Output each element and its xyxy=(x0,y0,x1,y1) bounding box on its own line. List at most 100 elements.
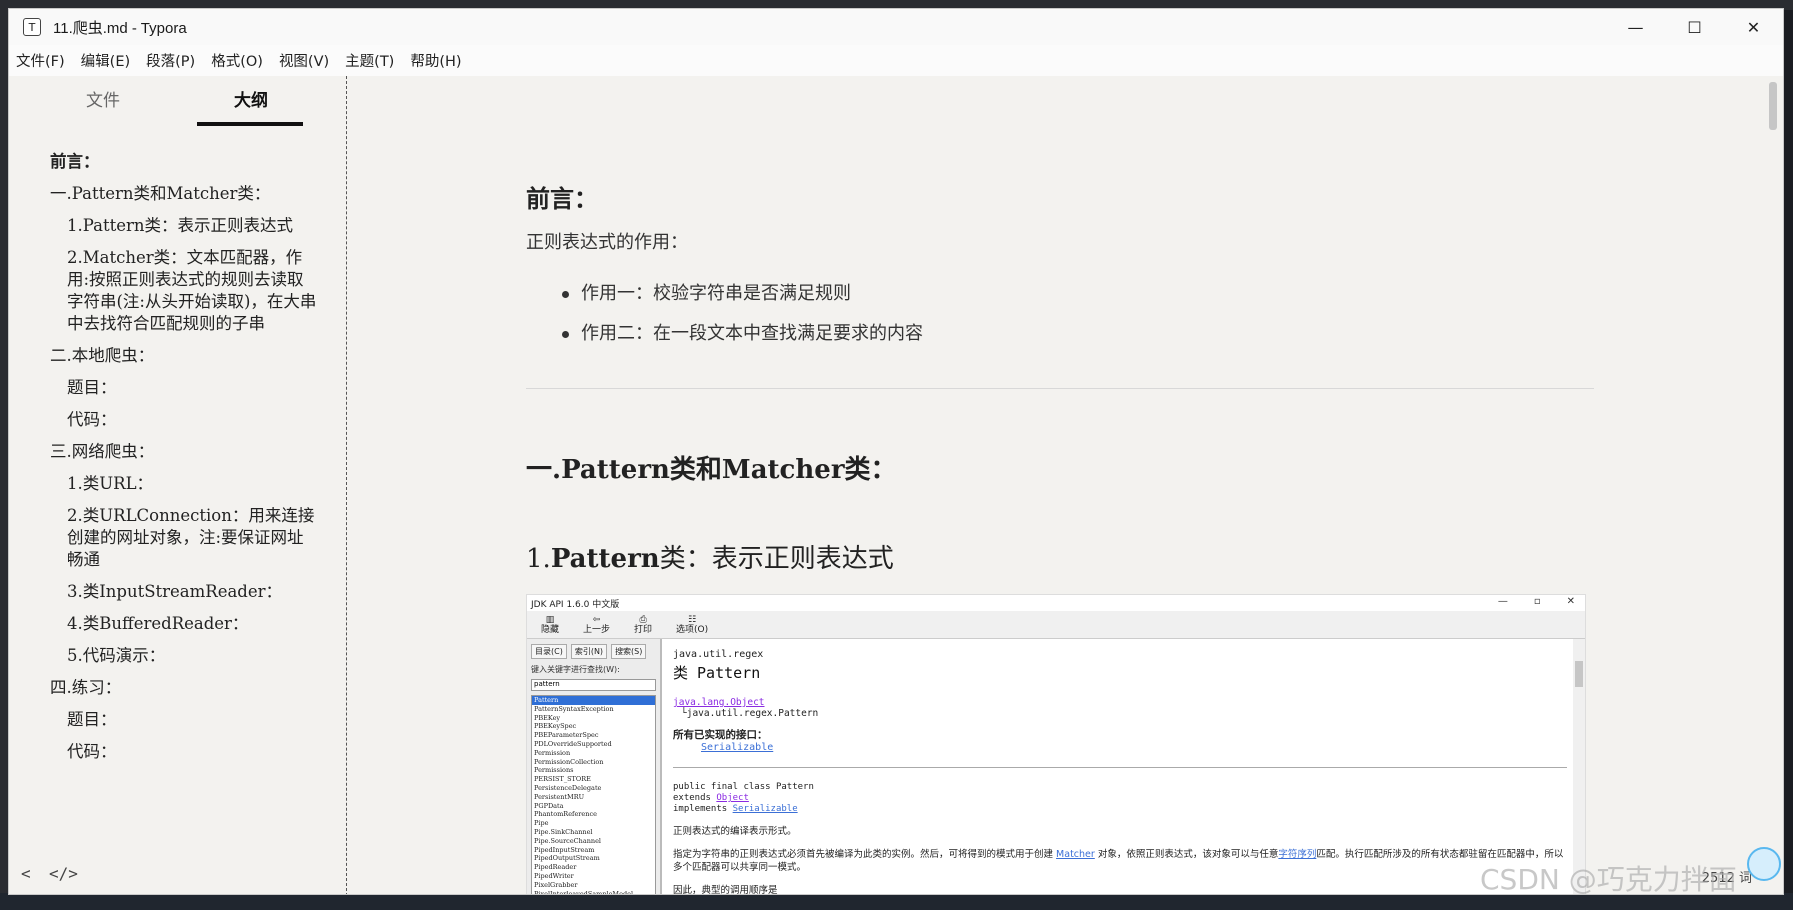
image-list-item: PixelInterleavedSampleModel xyxy=(534,889,634,895)
image-list-item: Permissions xyxy=(534,766,574,775)
doc-divider xyxy=(673,767,1567,768)
editor-scrollbar[interactable] xyxy=(1768,76,1778,894)
outline-item[interactable]: 一.Pattern类和Matcher类： xyxy=(9,183,339,205)
csdn-watermark: CSDN @巧克力拌面 xyxy=(1480,863,1737,896)
editor-scroll-thumb[interactable] xyxy=(1769,82,1777,130)
menu-view[interactable]: 视图(V) xyxy=(279,50,329,71)
heading-text: Pattern类和Matcher类： xyxy=(561,455,897,485)
image-list-item: Pattern xyxy=(532,696,655,705)
outline-item[interactable]: 二.本地爬虫： xyxy=(9,345,339,367)
image-list-item: PhantomReference xyxy=(534,810,597,819)
maximize-button[interactable]: ☐ xyxy=(1665,9,1724,45)
heading-pattern-matcher: 一.Pattern类和Matcher类： xyxy=(526,449,897,486)
decl-keyword: implements xyxy=(673,804,728,814)
heading-number: 1. xyxy=(526,544,551,574)
editor-area[interactable]: 前言： 正则表达式的作用： 作用一：校验字符串是否满足规则 作用二：在一段文本中… xyxy=(348,76,1778,895)
toolbar-label: 上一步 xyxy=(583,624,611,635)
image-toolbar-item: ⇦ 上一步 xyxy=(583,615,610,635)
outline-item[interactable]: 1.Pattern类：表示正则表达式 xyxy=(9,215,339,237)
embedded-jdk-api-image[interactable]: JDK API 1.6.0 中文版 — ▫ ✕ ▥ 隐藏 ⇦ 上一步 ⎙ 打印 ☷ 选项… xyxy=(526,594,1586,895)
menu-file[interactable]: 文件(F) xyxy=(16,50,65,71)
heading-number: 一. xyxy=(526,455,562,485)
doc-tree-child: └java.util.regex.Pattern xyxy=(681,708,819,719)
image-list-item: PDLOverrideSupported xyxy=(534,739,612,748)
outline-item[interactable]: 4.类BufferedReader： xyxy=(9,613,339,635)
image-maximize-icon: ▫ xyxy=(1533,596,1541,607)
matcher-link: Matcher xyxy=(1056,849,1095,860)
list-item: 作用二：在一段文本中查找满足要求的内容 xyxy=(562,322,923,362)
desktop-left-strip xyxy=(0,0,8,910)
image-close-icon: ✕ xyxy=(1566,596,1575,607)
title-bar: T 11.爬虫.md - Typora — ☐ ✕ xyxy=(9,9,1783,45)
doc-package: java.util.regex xyxy=(673,649,764,660)
image-list-item: Permission xyxy=(534,748,571,757)
image-body: 目录(C) 索引(N) 搜索(S) 键入关键字进行查找(W): pattern … xyxy=(527,639,1585,895)
menu-bar: 文件(F) 编辑(E) 段落(P) 格式(O) 视图(V) 主题(T) 帮助(H… xyxy=(9,45,1783,76)
hide-icon: ▥ xyxy=(545,614,555,625)
tab-outline[interactable]: 大纲 xyxy=(234,86,268,111)
charsequence-link: 字符序列 xyxy=(1278,849,1317,860)
image-scrollbar xyxy=(1573,639,1585,894)
heading-bold-text: Pattern xyxy=(550,544,660,574)
image-list-item: Pipe.SinkChannel xyxy=(534,827,593,836)
image-toolbar-item: ▥ 隐藏 xyxy=(541,615,559,635)
outline-item[interactable]: 四.练习： xyxy=(9,677,339,699)
image-minimize-icon: — xyxy=(1497,596,1508,607)
doc-declaration: public final class Pattern extends Objec… xyxy=(673,782,1567,815)
outline-item[interactable]: 题目： xyxy=(9,709,339,731)
outline-item[interactable]: 5.代码演示： xyxy=(9,645,339,667)
outline-item[interactable]: 2.Matcher类：文本匹配器，作用:按照正则表达式的规则去读取字符串(注:从… xyxy=(9,247,339,335)
collapse-sidebar-icon[interactable]: < xyxy=(21,864,31,883)
sidebar-footer: < </> xyxy=(9,856,346,894)
bullet-list: 作用一：校验字符串是否满足规则 作用二：在一段文本中查找满足要求的内容 xyxy=(562,282,923,362)
menu-edit[interactable]: 编辑(E) xyxy=(81,50,130,71)
minimize-button[interactable]: — xyxy=(1606,9,1665,45)
doc-super-link: java.lang.Object xyxy=(673,697,765,708)
menu-theme[interactable]: 主题(T) xyxy=(345,50,394,71)
outline-item[interactable]: 三.网络爬虫： xyxy=(9,441,339,463)
image-list-item: PERSIST_STORE xyxy=(534,775,591,784)
decl-implements-link: Serializable xyxy=(732,804,798,814)
image-list-item: PipedOutputStream xyxy=(534,854,600,863)
menu-help[interactable]: 帮助(H) xyxy=(410,50,461,71)
image-list-item: PipedReader xyxy=(534,863,577,872)
heading-preface: 前言： xyxy=(526,184,598,213)
outline-item[interactable]: 代码： xyxy=(9,409,339,431)
doc-desc-1: 正则表达式的编译表示形式。 xyxy=(673,826,797,837)
desc-text: 对象，依照正则表达式，该对象可以与任意 xyxy=(1097,849,1279,860)
outline-item[interactable]: 代码： xyxy=(9,741,339,763)
outline-item[interactable]: 题目： xyxy=(9,377,339,399)
assistant-badge-icon[interactable] xyxy=(1747,847,1781,881)
back-icon: ⇦ xyxy=(592,614,601,625)
image-index-list: Pattern PatternSyntaxException PBEKey PBEKe… xyxy=(531,695,656,895)
image-title-text: JDK API 1.6.0 中文版 xyxy=(531,599,620,610)
tab-files[interactable]: 文件 xyxy=(86,86,120,111)
image-doc-pane: java.util.regex 类 Pattern java.lang.Obje… xyxy=(667,639,1573,894)
outline-item[interactable]: 3.类InputStreamReader： xyxy=(9,581,339,603)
sidebar-tabs: 文件 大纲 xyxy=(9,76,346,136)
outline-item[interactable]: 1.类URL： xyxy=(9,473,339,495)
menu-format[interactable]: 格式(O) xyxy=(211,50,263,71)
outline-item[interactable]: 前言： xyxy=(9,151,339,173)
options-icon: ☷ xyxy=(688,614,697,625)
image-list-item: PermissionCollection xyxy=(534,757,604,766)
typora-app-icon: T xyxy=(23,18,41,36)
sidebar: 文件 大纲 前言： 一.Pattern类和Matcher类： 1.Pattern… xyxy=(9,76,347,894)
typora-window: T 11.爬虫.md - Typora — ☐ ✕ 文件(F) 编辑(E) 段落… xyxy=(8,8,1784,895)
image-tab: 搜索(S) xyxy=(611,644,647,659)
image-toolbar: ▥ 隐藏 ⇦ 上一步 ⎙ 打印 ☷ 选项(O) xyxy=(527,611,1585,639)
desc-text: 指定为字符串的正则表达式必须首先被编译为此类的实例。然后，可将得到的模式用于创建 xyxy=(673,849,1054,860)
toolbar-label: 选项(O) xyxy=(676,624,709,635)
image-left-pane: 目录(C) 索引(N) 搜索(S) 键入关键字进行查找(W): pattern … xyxy=(527,639,662,895)
outline-item[interactable]: 2.类URLConnection：用来连接创建的网址对象，注:要保证网址畅通 xyxy=(9,505,339,571)
active-tab-indicator xyxy=(197,122,303,126)
window-controls: — ☐ ✕ xyxy=(1606,9,1783,45)
image-list-item: PBEKey xyxy=(534,713,561,722)
decl-extends-link: Object xyxy=(716,793,749,803)
image-list-item: PBEKeySpec xyxy=(534,722,577,731)
menu-paragraph[interactable]: 段落(P) xyxy=(146,50,195,71)
source-code-mode-icon[interactable]: </> xyxy=(49,864,78,883)
doc-class-title: 类 Pattern xyxy=(673,664,761,682)
toolbar-label: 隐藏 xyxy=(541,624,560,635)
close-button[interactable]: ✕ xyxy=(1724,9,1783,45)
